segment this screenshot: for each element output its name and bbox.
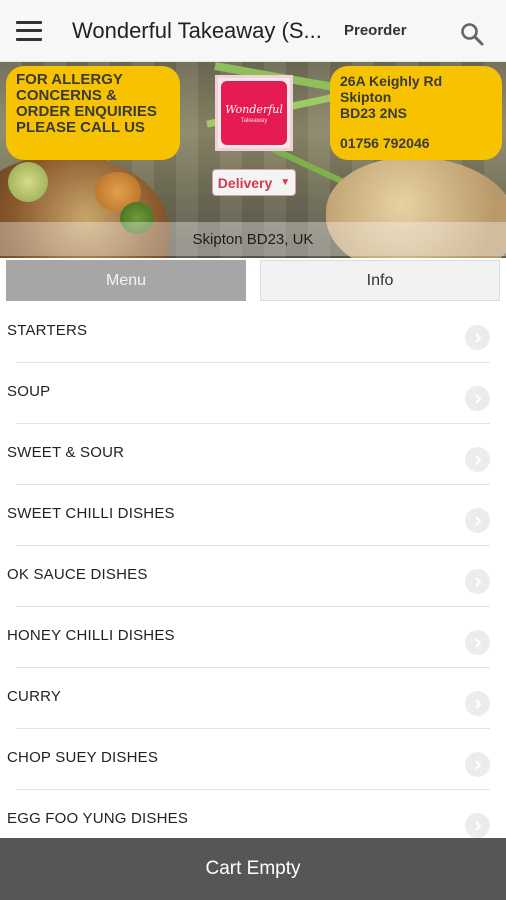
app-bar: Wonderful Takeaway (S... Preorder xyxy=(0,0,506,62)
list-item[interactable]: CURRY xyxy=(0,668,506,729)
search-icon[interactable] xyxy=(460,22,484,46)
list-item[interactable]: SWEET CHILLI DISHES xyxy=(0,485,506,546)
tab-bar: Menu Info xyxy=(0,258,506,302)
logo-text: Wonderful xyxy=(225,102,283,116)
banner-decoration xyxy=(8,162,48,202)
logo-subtext: Takeaway xyxy=(240,117,268,124)
category-label: SWEET & SOUR xyxy=(7,444,125,461)
chevron-right-icon xyxy=(465,508,490,533)
menu-category-list: STARTERS SOUP SWEET & SOUR SWEET CHILLI … xyxy=(0,302,506,851)
list-item[interactable]: OK SAUCE DISHES xyxy=(0,546,506,607)
chevron-right-icon xyxy=(465,447,490,472)
address-line-3: BD23 2NS xyxy=(340,105,407,121)
chevron-right-icon xyxy=(465,630,490,655)
category-label: CURRY xyxy=(7,688,62,705)
list-item[interactable]: SOUP xyxy=(0,363,506,424)
tab-menu[interactable]: Menu xyxy=(6,260,246,301)
chevron-right-icon xyxy=(465,569,490,594)
category-label: STARTERS xyxy=(7,322,88,339)
logo-badge: Wonderful Takeaway xyxy=(221,81,287,145)
order-type-label: Delivery xyxy=(217,174,273,191)
order-type-dropdown[interactable]: Delivery ▼ xyxy=(212,169,296,196)
tab-info[interactable]: Info xyxy=(260,260,500,301)
category-label: EGG FOO YUNG DISHES xyxy=(7,810,189,827)
chevron-right-icon xyxy=(465,691,490,716)
chevron-right-icon xyxy=(465,386,490,411)
list-item[interactable]: HONEY CHILLI DISHES xyxy=(0,607,506,668)
chevron-right-icon xyxy=(465,325,490,350)
location-label: Skipton BD23, UK xyxy=(0,222,506,256)
restaurant-logo: Wonderful Takeaway xyxy=(215,75,293,151)
app-title: Wonderful Takeaway (S... xyxy=(72,17,322,43)
address-notice: 26A Keighly Rd Skipton BD23 2NS 01756 79… xyxy=(330,66,502,160)
restaurant-banner: FOR ALLERGY CONCERNS & ORDER ENQUIRIES P… xyxy=(0,62,506,258)
caret-down-icon: ▼ xyxy=(280,177,291,188)
chevron-right-icon xyxy=(465,752,490,777)
chevron-right-icon xyxy=(465,813,490,838)
category-label: SWEET CHILLI DISHES xyxy=(7,505,175,522)
list-item[interactable]: CHOP SUEY DISHES xyxy=(0,729,506,790)
hamburger-menu-icon[interactable] xyxy=(16,20,42,41)
category-label: HONEY CHILLI DISHES xyxy=(7,627,175,644)
phone-number[interactable]: 01756 792046 xyxy=(340,135,492,151)
category-label: CHOP SUEY DISHES xyxy=(7,749,159,766)
category-label: OK SAUCE DISHES xyxy=(7,566,148,583)
allergy-notice: FOR ALLERGY CONCERNS & ORDER ENQUIRIES P… xyxy=(6,66,180,160)
category-label: SOUP xyxy=(7,383,51,400)
list-item[interactable]: STARTERS xyxy=(0,302,506,363)
address-line-1: 26A Keighly Rd xyxy=(340,73,443,89)
address-line-2: Skipton xyxy=(340,89,392,105)
list-item[interactable]: SWEET & SOUR xyxy=(0,424,506,485)
cart-bar[interactable]: Cart Empty xyxy=(0,838,506,900)
preorder-button[interactable]: Preorder xyxy=(344,22,407,39)
